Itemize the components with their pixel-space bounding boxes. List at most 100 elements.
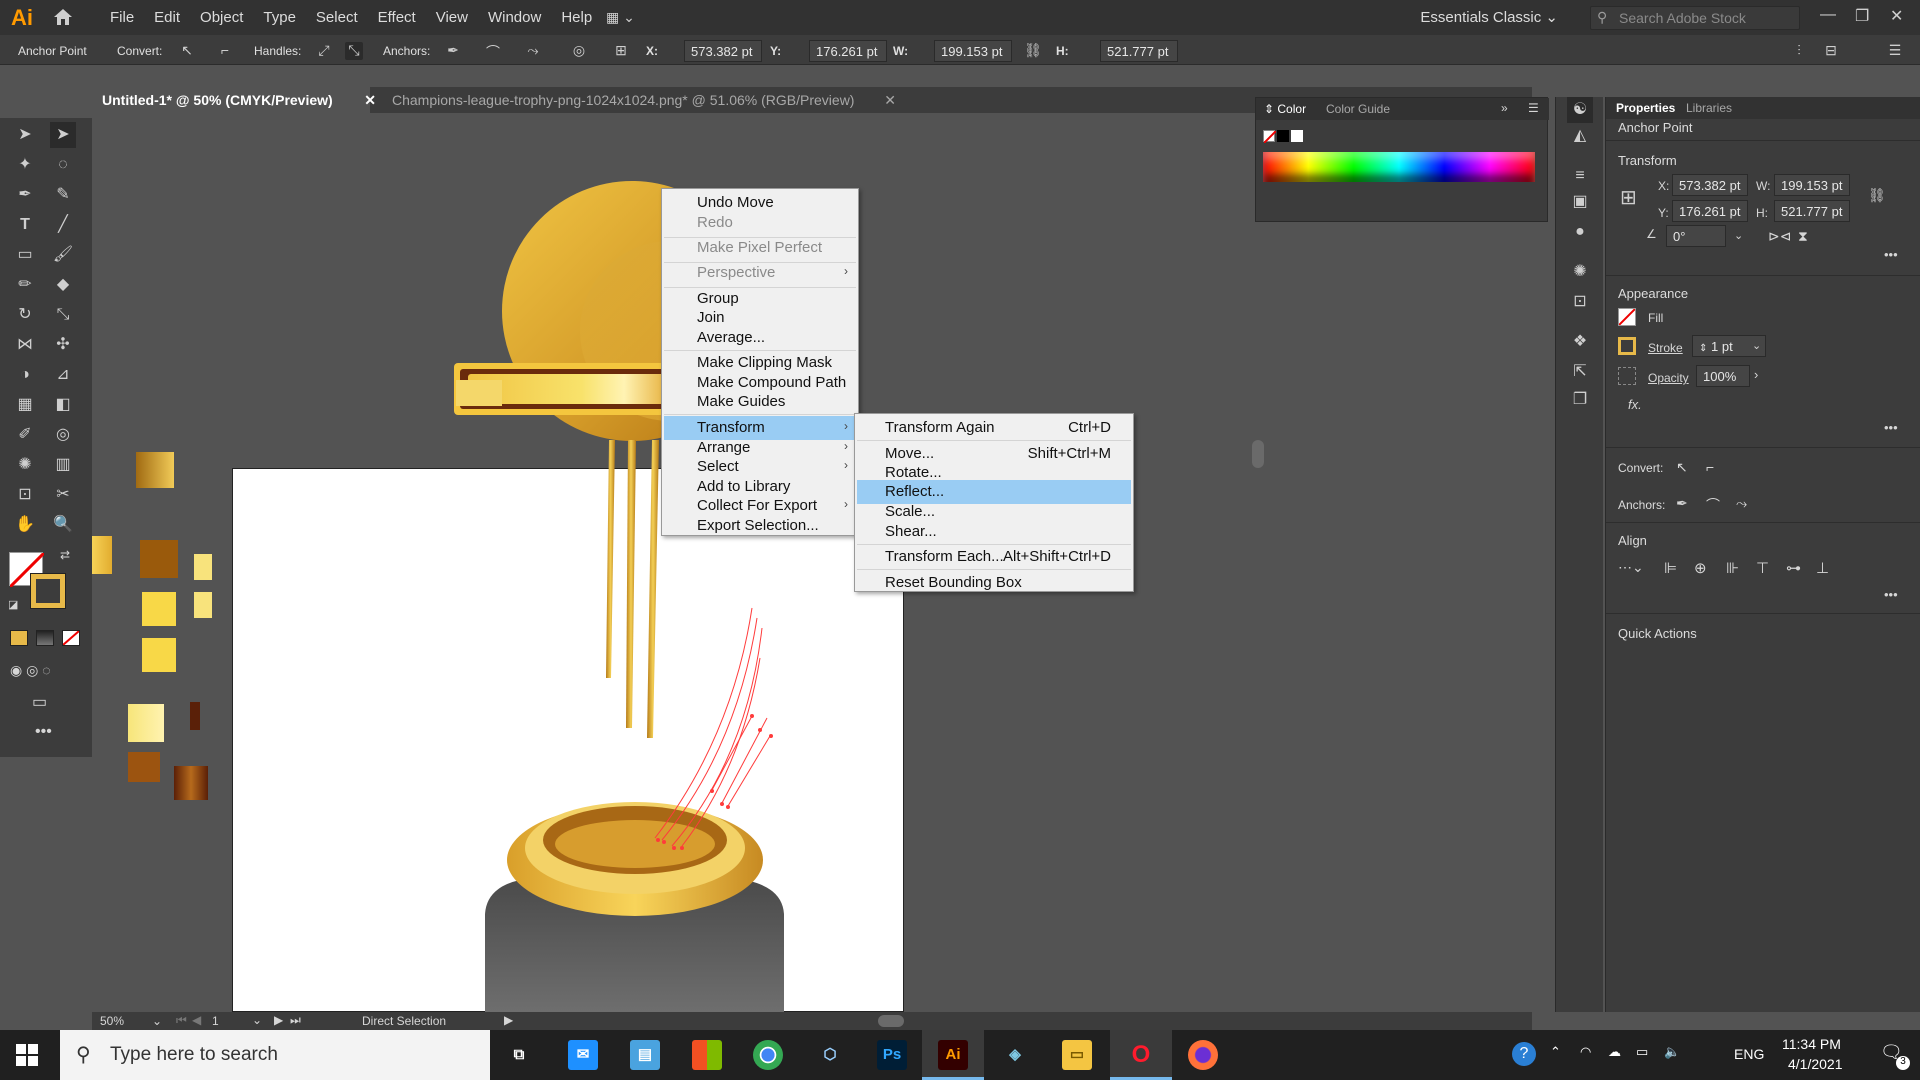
workspace-switcher[interactable]: Essentials Classic ⌄	[1420, 8, 1558, 26]
menu-average[interactable]: Average...	[664, 326, 856, 350]
line-tool-icon[interactable]: ╱	[50, 212, 76, 238]
h-field[interactable]: 521.777 pt	[1100, 40, 1178, 62]
fill-swatch[interactable]	[1618, 308, 1636, 326]
layers-panel-icon[interactable]: ❖	[1567, 329, 1593, 355]
clock-time[interactable]: 11:34 PM	[1782, 1036, 1841, 1052]
3d-viewer-icon[interactable]: ⬡	[815, 1040, 845, 1070]
artboard-nav-first[interactable]: ⏮	[176, 1013, 187, 1028]
curvature-tool-icon[interactable]: ✎	[50, 182, 76, 208]
more-options-icon[interactable]: •••	[1884, 587, 1898, 602]
stroke-label[interactable]: Stroke	[1648, 341, 1683, 355]
volume-icon[interactable]: 🔈	[1664, 1044, 1680, 1060]
color-guide-icon[interactable]: ◭	[1567, 123, 1593, 149]
windows-start-icon[interactable]	[16, 1044, 38, 1066]
illustrator-icon[interactable]: Ai	[938, 1040, 968, 1070]
type-tool-icon[interactable]: T	[12, 212, 38, 238]
rotate-angle-field[interactable]: 0°	[1666, 225, 1726, 247]
convert-smooth-icon[interactable]: ⌐	[1706, 459, 1714, 475]
connect-anchor-icon[interactable]: ⌒	[1706, 495, 1720, 515]
file-explorer-icon[interactable]: ▭	[1062, 1040, 1092, 1070]
default-colors-icon[interactable]: ◪	[8, 598, 18, 611]
tab-color[interactable]: ⇕ Color	[1264, 102, 1306, 116]
menu-transform-each[interactable]: Transform Each... Alt+Shift+Ctrl+D	[857, 545, 1131, 569]
cut-path-icon[interactable]: ⤳	[524, 42, 542, 60]
home-icon[interactable]	[52, 7, 74, 27]
photoshop-icon[interactable]: Ps	[877, 1040, 907, 1070]
tab-champions-league[interactable]: Champions-league-trophy-png-1024x1024.pn…	[382, 87, 896, 113]
screen-mode-icon[interactable]: ▭	[32, 692, 47, 712]
more-tools-icon[interactable]: •••	[35, 723, 52, 741]
rectangle-tool-icon[interactable]: ▭	[12, 242, 38, 268]
eyedropper-icon[interactable]: ✐	[12, 422, 38, 448]
onedrive-icon[interactable]: ☁	[1608, 1044, 1621, 1060]
recolor-icon[interactable]: ◎	[570, 42, 588, 60]
artboards-panel-icon[interactable]: ❐	[1567, 387, 1593, 413]
magic-wand-icon[interactable]: ✦	[12, 152, 38, 178]
swap-fill-stroke-icon[interactable]: ⇄	[60, 548, 70, 562]
vertical-scrollbar[interactable]	[1252, 440, 1264, 468]
language-indicator[interactable]: ENG	[1734, 1046, 1764, 1062]
symbol-sprayer-icon[interactable]: ✺	[12, 452, 38, 478]
more-options-icon[interactable]: •••	[1884, 247, 1898, 262]
firefox-icon[interactable]	[1188, 1040, 1218, 1070]
zoom-dropdown[interactable]: 50% ⌄	[100, 1014, 170, 1028]
chrome-icon[interactable]	[753, 1040, 783, 1070]
menu-transform-again[interactable]: Transform Again Ctrl+D	[857, 416, 1131, 440]
status-menu-arrow[interactable]: ▶	[504, 1013, 513, 1027]
restore-button[interactable]: ❐	[1855, 6, 1869, 26]
menu-export-selection[interactable]: Export Selection...	[664, 514, 856, 538]
gradient-mode-icon[interactable]	[36, 630, 54, 646]
align-to-icon[interactable]: ⋯⌄	[1618, 559, 1644, 576]
flip-horizontal-icon[interactable]: ⊳⊲	[1768, 228, 1791, 245]
taskbar-search-box[interactable]: ⚲ Type here to search	[60, 1030, 490, 1080]
menu-reset-bounding-box[interactable]: Reset Bounding Box	[857, 571, 1131, 595]
mail-app-icon[interactable]: ✉	[568, 1040, 598, 1070]
remove-anchor-icon[interactable]: ✒	[1676, 495, 1688, 512]
menu-redo[interactable]: Redo	[664, 211, 856, 235]
appearance-panel-icon[interactable]: ✺	[1567, 259, 1593, 285]
transparency-panel-icon[interactable]: ●	[1567, 219, 1593, 245]
rotate-tool-icon[interactable]: ↻	[12, 302, 38, 328]
zoom-tool-icon[interactable]: 🔍	[50, 512, 76, 538]
arrange-documents-icon[interactable]: ▦ ⌄	[606, 9, 646, 27]
stroke-swatch[interactable]	[30, 573, 66, 609]
perspective-grid-icon[interactable]: ⊿	[50, 362, 76, 388]
opacity-arrow-icon[interactable]: ›	[1754, 367, 1758, 382]
h-field[interactable]: 521.777 pt	[1774, 200, 1850, 222]
align-right-icon[interactable]: ⊪	[1726, 559, 1739, 577]
align-bottom-icon[interactable]: ⊥	[1816, 559, 1829, 577]
artboard-nav-prev[interactable]: ◀	[192, 1013, 201, 1027]
spectrum-bar[interactable]	[1263, 152, 1535, 182]
color-mode-icon[interactable]	[10, 630, 28, 646]
menu-view[interactable]: View	[426, 9, 478, 26]
monitor-app-icon[interactable]: ▤	[630, 1040, 660, 1070]
menu-select[interactable]: Select	[306, 9, 368, 26]
task-view-icon[interactable]: ⧉	[504, 1040, 534, 1070]
panel-menu-icon[interactable]: ☰	[1528, 101, 1539, 115]
constrain-proportions-icon[interactable]: ⛓	[1024, 42, 1042, 60]
shaper-tool-icon[interactable]: ✏	[12, 272, 38, 298]
shape-builder-icon[interactable]: ◑	[12, 362, 38, 388]
puppet-warp-icon[interactable]: ✣	[50, 332, 76, 358]
align-hcenter-icon[interactable]: ⊕	[1694, 559, 1707, 577]
align-options-icon[interactable]: ⫶	[1790, 42, 1808, 60]
artboard-tool-icon[interactable]: ⊡	[12, 482, 38, 508]
battery-icon[interactable]: ▭	[1636, 1044, 1648, 1060]
convert-corner-icon[interactable]: ↖	[178, 42, 196, 60]
asset-export-icon[interactable]: ⇱	[1567, 359, 1593, 385]
convert-smooth-icon[interactable]: ⌐	[216, 42, 234, 60]
mesh-tool-icon[interactable]: ▦	[12, 392, 38, 418]
align-vcenter-icon[interactable]: ⊶	[1786, 559, 1801, 577]
gradient-tool-icon[interactable]: ◧	[50, 392, 76, 418]
menu-effect[interactable]: Effect	[368, 9, 426, 26]
help-icon[interactable]: ?	[1512, 1042, 1536, 1066]
opera-icon[interactable]: O	[1126, 1040, 1156, 1070]
tab-untitled[interactable]: Untitled-1* @ 50% (CMYK/Preview) ✕	[92, 87, 376, 113]
constrain-proportions-icon[interactable]: ⛓	[1868, 187, 1886, 204]
y-field[interactable]: 176.261 pt	[1672, 200, 1748, 222]
artboard-nav-last[interactable]: ⏭	[290, 1013, 301, 1028]
direct-selection-tool-icon[interactable]: ➤	[50, 122, 76, 148]
blend-tool-icon[interactable]: ◎	[50, 422, 76, 448]
lasso-icon[interactable]: ◌	[50, 152, 76, 178]
gradient-panel-icon[interactable]: ▣	[1567, 189, 1593, 215]
